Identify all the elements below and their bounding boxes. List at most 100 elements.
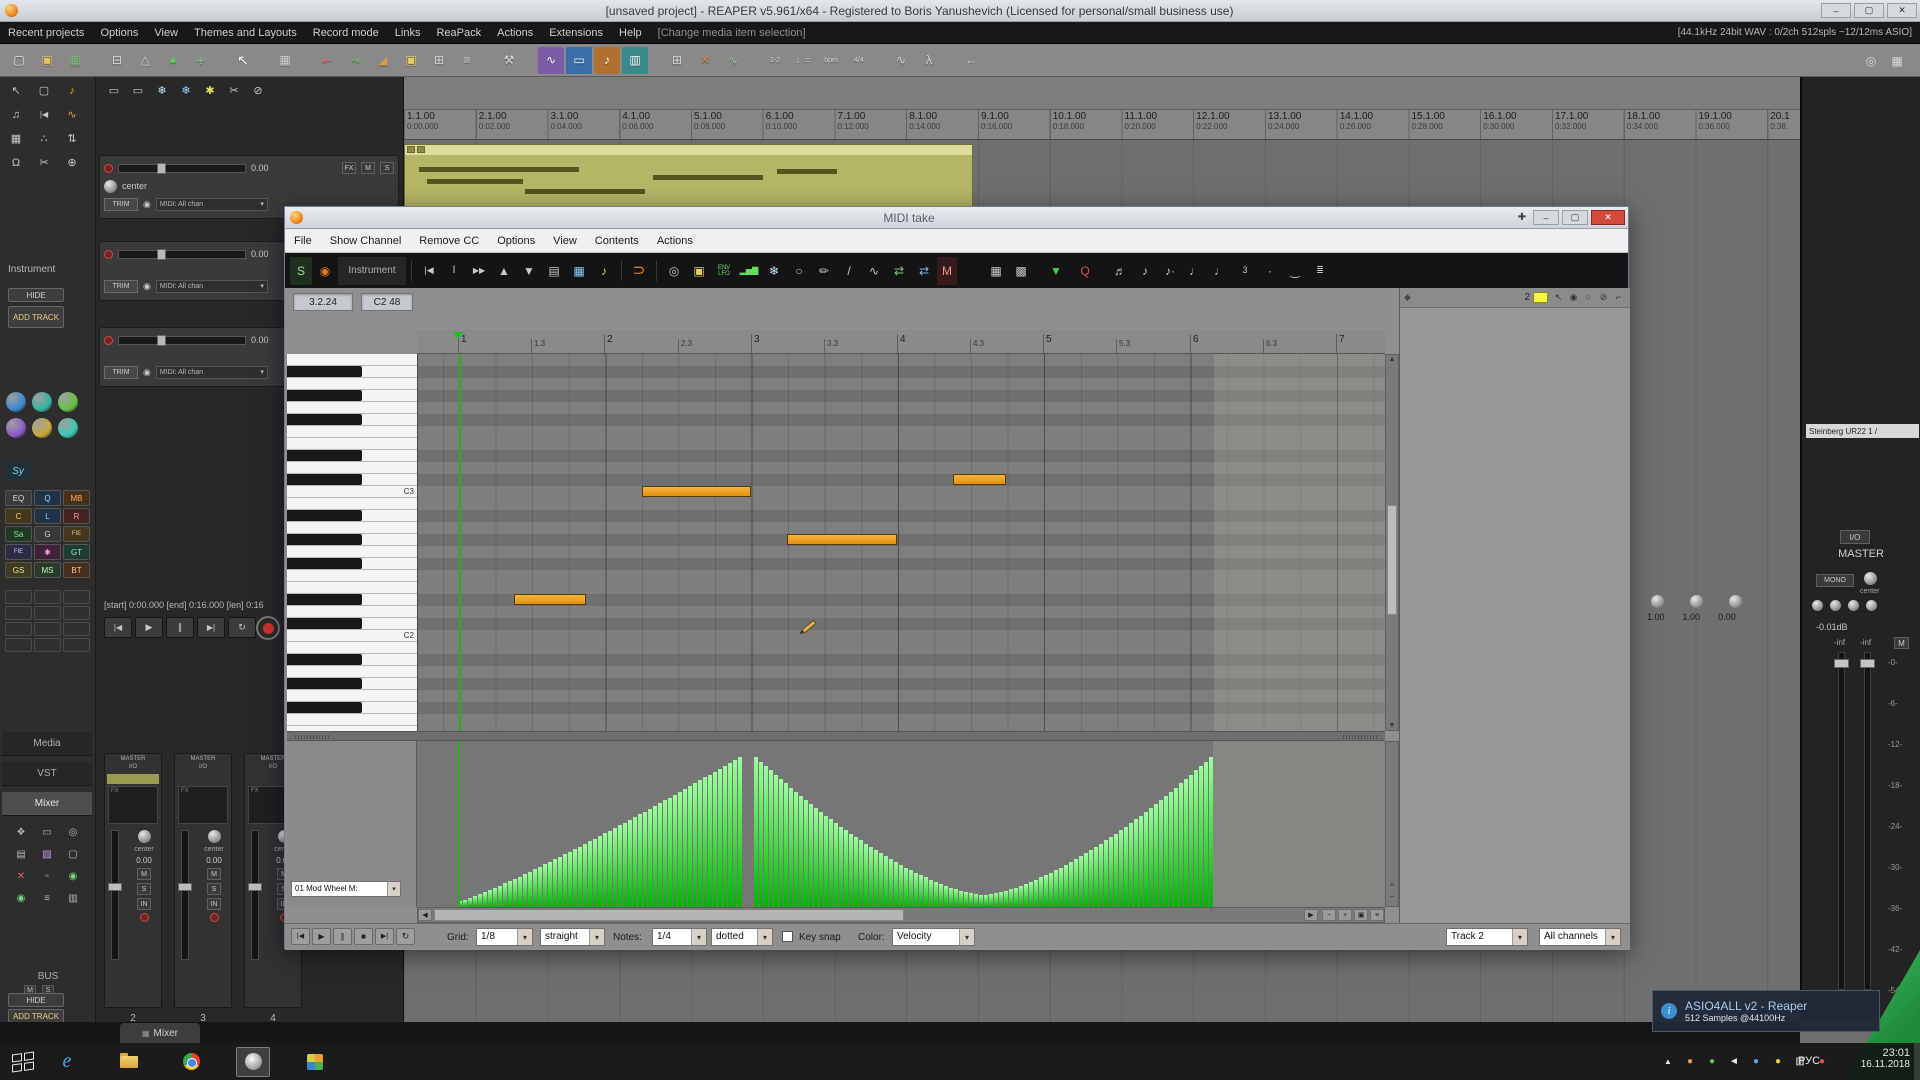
cc-bar[interactable] [478,894,482,907]
media-app-icon[interactable] [298,1047,332,1077]
folder-icon[interactable] [112,1047,146,1077]
cc-bar[interactable] [1124,827,1128,907]
cc-bar[interactable] [1159,800,1163,907]
cc-bar[interactable] [1144,812,1148,907]
bpm-icon[interactable]: bpm [818,47,844,74]
key-snap-checkbox[interactable] [782,931,793,942]
fx-badge-✱[interactable]: ✱ [34,544,61,560]
cc-bar[interactable] [814,808,818,907]
go-start-button[interactable]: |◀ [291,928,310,945]
cc-lane-scroll[interactable]: + − [1385,741,1399,907]
screen-icon[interactable]: ▭ [34,822,60,844]
env-icon[interactable]: ◉ [143,281,151,292]
mixer-docker-tab[interactable]: ▦ Mixer [120,1023,200,1043]
zoom-icon[interactable]: ◎ [1858,47,1884,74]
corner-icon[interactable]: ⌐ [1611,290,1626,305]
cc-lane-select[interactable]: 01 Mod Wheel M: [291,881,401,897]
record-arm-icon[interactable] [140,913,149,922]
timeline-ruler[interactable]: 1.1.000:00.0002.1.000:02.0003.1.000:04.0… [404,110,1800,140]
cc-lane[interactable] [417,741,1385,907]
pause-button[interactable]: ∥ [333,928,352,945]
cc-bar[interactable] [1009,889,1013,907]
fade-icon[interactable]: ◢ [370,47,396,74]
cc-bar[interactable] [1129,823,1133,907]
routing-icon[interactable]: ▥ [60,888,86,910]
save-project-icon[interactable]: ▦ [62,47,88,74]
menu-item[interactable]: Actions [489,27,541,39]
menu-item[interactable]: Links [387,27,429,39]
cc-bar[interactable] [1089,850,1093,907]
midi-titlebar[interactable]: MIDI take ✚ – ▢ ✕ [285,207,1628,229]
cc-bar[interactable] [1074,859,1078,907]
cc-bar[interactable] [979,895,983,907]
close-docker-icon[interactable]: ✕ [8,866,34,888]
volume-slider[interactable] [118,336,246,345]
cc-bar[interactable] [819,812,823,907]
stop-button[interactable]: ■ [354,928,373,945]
trim-right-icon[interactable]: ⇥ [342,47,368,74]
menu-item[interactable]: File [285,235,321,247]
cc-bar[interactable] [879,853,883,907]
cc-bar[interactable] [543,864,547,907]
cc-bar[interactable] [839,827,843,907]
piano-key-B3[interactable] [287,354,417,366]
cc-bar[interactable] [934,882,938,907]
cc-bar[interactable] [608,831,612,907]
edit-cursor-marker[interactable] [453,332,463,339]
knob-1[interactable] [1812,600,1823,611]
piano-key-D3[interactable] [287,462,417,474]
show-desktop-button[interactable] [1914,1043,1920,1080]
item-mute-icon[interactable] [417,146,425,153]
piano-roll[interactable] [417,354,1385,731]
piano-key-A#3[interactable] [287,366,417,378]
chrome-icon[interactable] [174,1047,208,1077]
scrollbar-thumb[interactable] [1387,505,1397,615]
cc-bar[interactable] [884,856,888,907]
cc-bar[interactable] [1114,834,1118,907]
cc-bar[interactable] [809,804,813,907]
cc-bar[interactable] [673,795,677,907]
cc-bar[interactable] [759,762,763,907]
cc-bar[interactable] [889,859,893,907]
cc-bar[interactable] [1179,783,1183,907]
nudge-right-icon[interactable]: ⇄ [912,257,936,285]
menu-item[interactable]: Themes and Layouts [186,27,305,39]
menu-item[interactable]: Extensions [541,27,611,39]
cc-bar[interactable] [463,900,467,907]
cc-bar[interactable] [1054,870,1058,907]
note-draw-icon[interactable]: ♪ [58,79,86,103]
midi-note[interactable] [787,534,897,545]
master-fader-right[interactable] [1864,652,1871,990]
piano-key-F3[interactable] [287,426,417,438]
ellipse-tool-icon[interactable]: ○ [787,257,811,285]
cc-bar[interactable] [834,823,838,907]
cc-bar[interactable] [1079,856,1083,907]
note-mode-select[interactable]: dotted [711,928,773,946]
cc-bar[interactable] [754,757,758,907]
fx-badge-L[interactable]: L [34,508,61,524]
repeat-button[interactable]: ↻ [228,617,256,638]
master-fader-left[interactable] [1838,652,1845,990]
record-arm-icon[interactable] [104,250,113,259]
freeze-icon[interactable]: ❄ [762,257,786,285]
cc-bar[interactable] [1064,865,1068,907]
cc-bar[interactable] [864,844,868,907]
group-icon[interactable]: ⊞ [426,47,452,74]
cc-bar[interactable] [473,896,477,907]
cc-bar[interactable] [799,796,803,907]
cc-bar[interactable] [528,872,532,907]
cc-bar[interactable] [493,888,497,907]
undo-icon[interactable]: ← [958,47,984,74]
tab-media[interactable]: Media [2,732,92,756]
volume-slider[interactable] [118,250,246,259]
mute-button[interactable]: M [361,162,375,174]
cc-bar[interactable] [1104,840,1108,907]
triplet-icon[interactable]: 3 [1233,257,1257,285]
piano-key-B2[interactable] [287,498,417,510]
tray-reaper-icon[interactable]: ● [1682,1054,1698,1070]
piano-key-E3[interactable] [287,438,417,450]
note-eighth-icon[interactable]: ♪ [1133,257,1157,285]
prev-note-icon[interactable]: ▲ [492,257,516,285]
piano-key-A#1[interactable] [287,654,417,666]
cc-bar[interactable] [1044,875,1048,907]
